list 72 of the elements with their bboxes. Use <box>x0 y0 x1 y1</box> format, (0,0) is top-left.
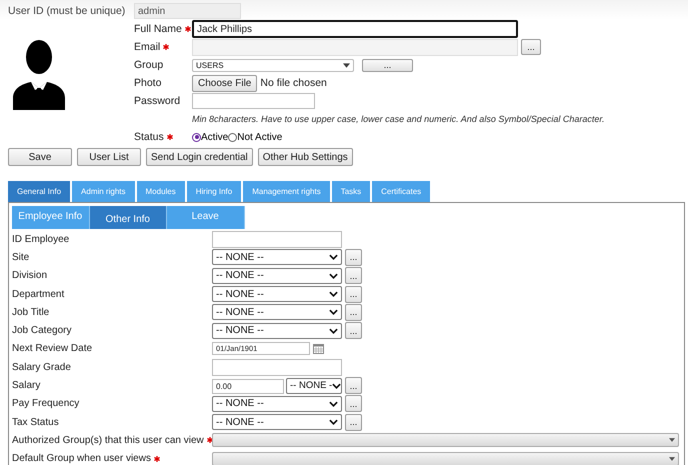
caret-icon <box>343 62 350 68</box>
dropdown[interactable]: -- NONE -- <box>212 396 342 412</box>
field-label: Default Group when user views <box>12 453 151 464</box>
status-radio[interactable]: Not Active <box>228 132 282 142</box>
status-radio[interactable]: Active <box>192 132 228 142</box>
calendar-icon[interactable] <box>313 344 324 354</box>
lookup-button[interactable]: ... <box>362 58 413 72</box>
lookup-button[interactable]: ... <box>345 395 362 412</box>
lookup-button[interactable]: ... <box>345 414 362 431</box>
dropdown[interactable]: -- NONE -- <box>212 286 342 302</box>
subtab[interactable]: Other Info <box>90 206 167 229</box>
choose-file-button[interactable]: Choose File <box>192 74 258 92</box>
password-field[interactable] <box>192 93 315 109</box>
file-status: No file chosen <box>260 77 327 89</box>
lookup-button[interactable]: ... <box>345 248 362 266</box>
field-label: Site <box>12 252 30 263</box>
dropdown[interactable]: -- NONE -- <box>212 249 342 266</box>
field-label: Next Review Date <box>12 343 92 354</box>
password-hint: Min 8characters. Have to use upper case, lower case and numeric. And also Symbol/Special Character. <box>192 114 606 124</box>
field-label: Job Title <box>12 306 50 318</box>
action-button[interactable]: Other Hub Settings <box>258 148 353 166</box>
salary-field[interactable]: 0.00 <box>212 379 284 394</box>
field-label: Salary <box>12 380 40 392</box>
lookup-button[interactable]: ... <box>345 286 362 303</box>
dropdown[interactable]: -- NONE -- <box>212 304 342 320</box>
field-label: Email <box>134 41 160 53</box>
field-label: Salary Grade <box>12 362 71 373</box>
caret-icon <box>329 254 338 260</box>
dropdown[interactable]: -- NONE - <box>286 378 342 394</box>
caret-icon <box>669 456 675 461</box>
lookup-button[interactable]: ... <box>345 267 362 284</box>
action-button[interactable]: User List <box>77 148 141 166</box>
field-label: Status <box>134 131 164 143</box>
lookup-button[interactable]: ... <box>345 304 362 321</box>
action-button[interactable]: Save <box>8 148 72 166</box>
caret-icon <box>669 438 675 442</box>
lookup-button[interactable]: ... <box>521 39 541 55</box>
dropdown[interactable]: -- NONE -- <box>212 414 342 430</box>
field-label: Tax Status <box>12 416 59 428</box>
dropdown[interactable] <box>212 433 679 448</box>
dropdown[interactable]: USERS <box>192 58 354 72</box>
dropdown[interactable]: -- NONE -- <box>212 322 342 339</box>
user-id-field: admin <box>134 3 241 19</box>
field-label: Password <box>134 95 180 107</box>
text-field[interactable] <box>212 230 342 248</box>
caret-icon <box>329 309 338 316</box>
field-label: Department <box>12 288 64 300</box>
caret-icon <box>329 328 338 334</box>
caret-icon <box>329 272 338 279</box>
dropdown[interactable] <box>212 452 679 465</box>
lookup-button[interactable]: ... <box>345 377 362 394</box>
field-label: User ID (must be unique) <box>8 5 126 17</box>
caret-icon <box>329 400 338 407</box>
field-label: Group <box>134 59 164 71</box>
field-label: Division <box>12 270 48 282</box>
field-label: Full Name <box>134 23 182 35</box>
tab[interactable]: General Info <box>8 181 70 202</box>
field-label: Job Category <box>12 325 72 336</box>
caret-icon <box>329 291 338 298</box>
field-label: Authorized Group(s) that this user can view <box>12 434 204 446</box>
field-label: Photo <box>134 77 162 89</box>
email-field[interactable] <box>192 38 518 56</box>
text-field[interactable] <box>212 358 342 376</box>
field-label: Pay Frequency <box>12 398 80 410</box>
avatar-icon <box>11 38 67 110</box>
action-button[interactable]: Send Login credential <box>146 148 253 166</box>
field-label: ID Employee <box>12 234 70 245</box>
caret-icon <box>329 419 338 426</box>
lookup-button[interactable]: ... <box>345 322 362 340</box>
dropdown[interactable]: -- NONE -- <box>212 268 342 284</box>
text-field[interactable]: Jack Phillips <box>192 20 518 38</box>
caret-icon <box>332 382 342 389</box>
